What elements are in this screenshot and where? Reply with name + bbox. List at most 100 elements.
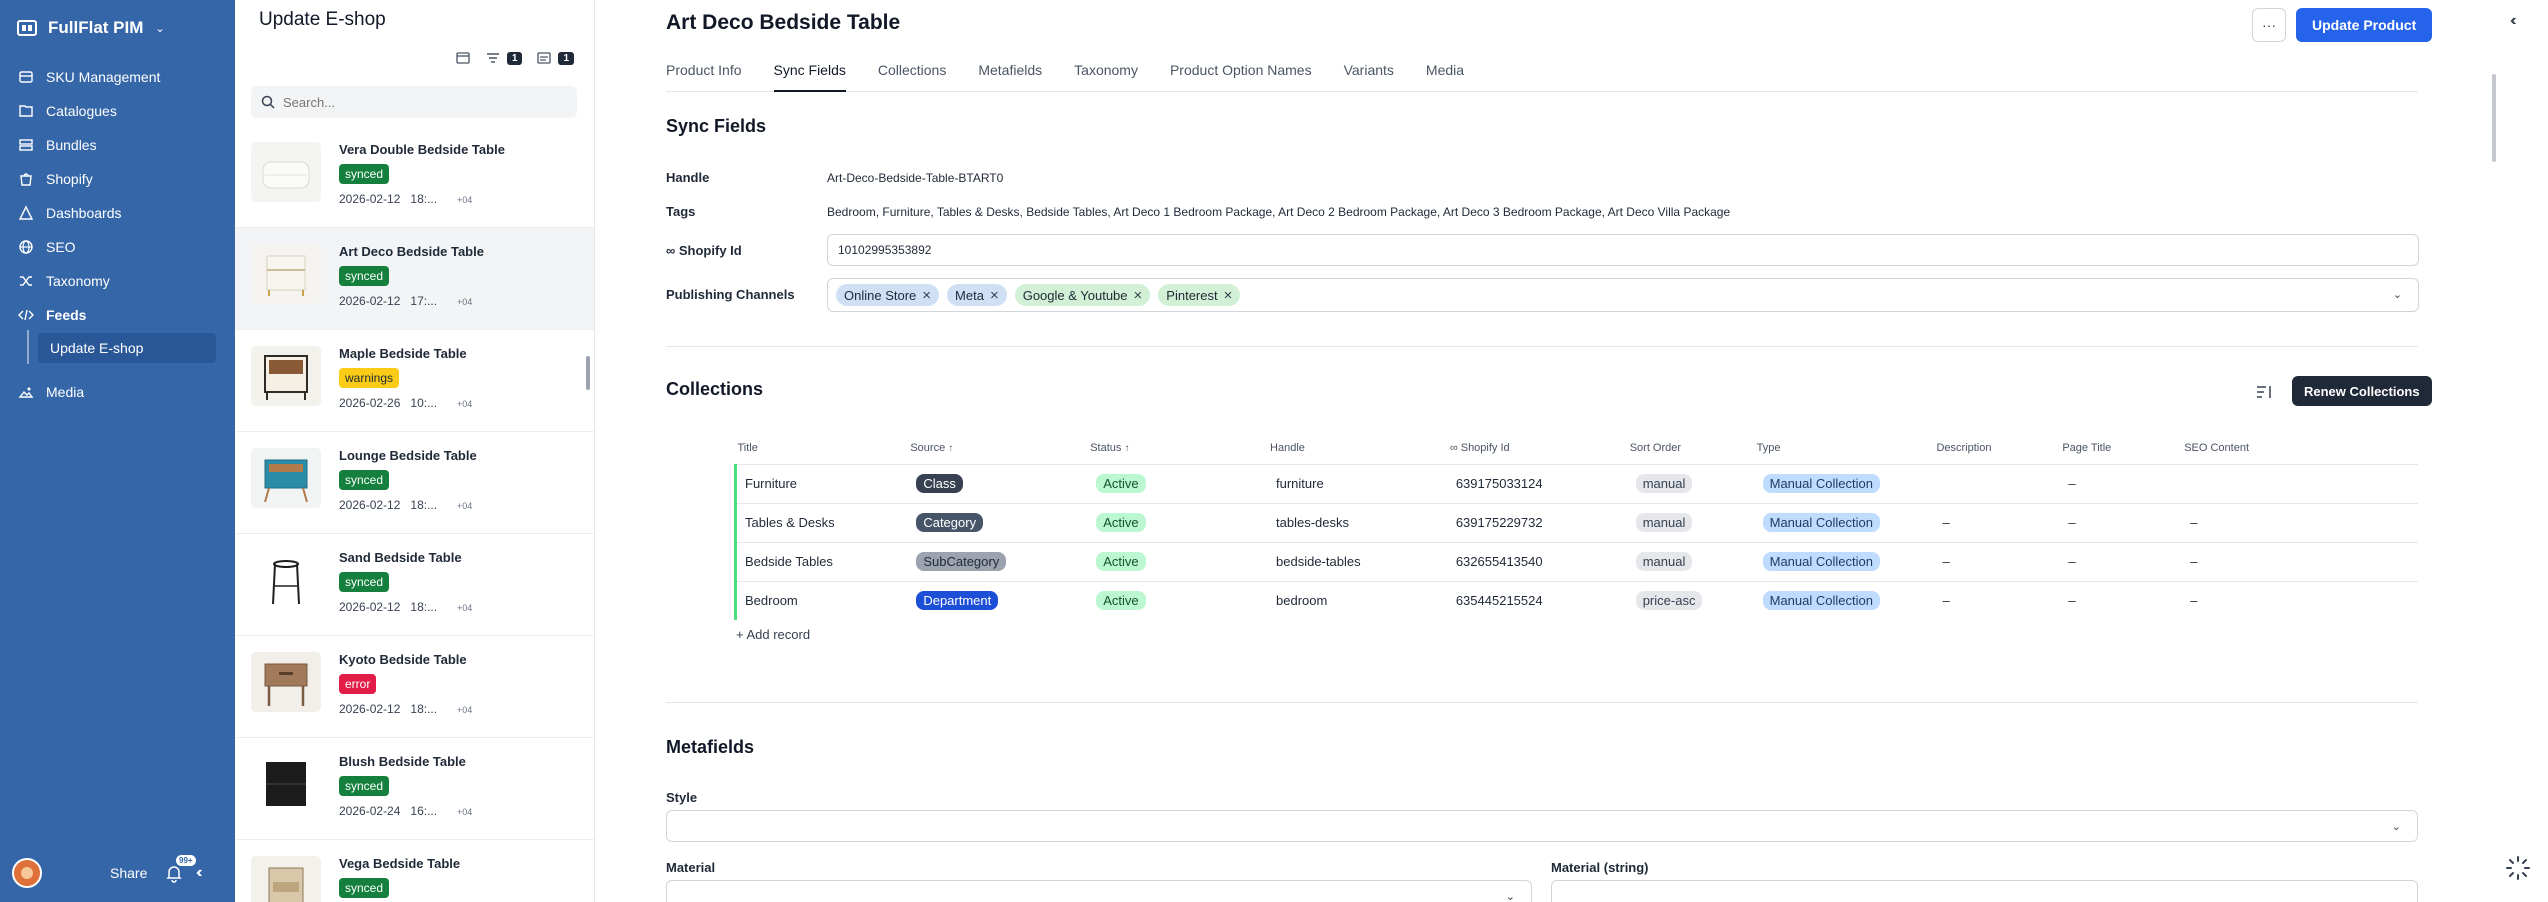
col-header-sort-order[interactable]: Sort Order bbox=[1628, 432, 1755, 464]
cell-source: Class bbox=[908, 463, 1089, 503]
chevron-down-icon[interactable]: ⌄ bbox=[2393, 288, 2402, 301]
channel-chip: Meta × bbox=[947, 284, 1007, 306]
remove-chip-icon[interactable]: × bbox=[990, 287, 999, 304]
publishing-channels-select[interactable]: Online Store × Meta × Google & Youtube × Pi… bbox=[827, 278, 2419, 312]
avatar[interactable] bbox=[12, 858, 42, 888]
brand[interactable]: FullFlat PIM ⌄ bbox=[16, 14, 165, 42]
col-header-seo-content[interactable]: SEO Content bbox=[2182, 432, 2418, 464]
col-header-description[interactable]: Description bbox=[1934, 432, 2060, 464]
cell-type: Manual Collection bbox=[1754, 463, 1935, 503]
remove-chip-icon[interactable]: × bbox=[1224, 287, 1233, 304]
tab-media[interactable]: Media bbox=[1426, 52, 1464, 92]
remove-chip-icon[interactable]: × bbox=[922, 287, 931, 304]
list-item[interactable]: Maple Bedside Table warnings 2026-02-26 … bbox=[235, 330, 594, 432]
tab-metafields[interactable]: Metafields bbox=[978, 52, 1042, 92]
main-scrollbar[interactable] bbox=[2492, 74, 2496, 162]
list-scrollbar[interactable] bbox=[586, 356, 590, 390]
tab-taxonomy[interactable]: Taxonomy bbox=[1074, 52, 1138, 92]
sort-icon[interactable] bbox=[2255, 383, 2273, 401]
share-button[interactable]: Share bbox=[110, 865, 147, 881]
cell-title: Bedroom bbox=[734, 580, 909, 620]
bell-icon[interactable] bbox=[164, 863, 184, 883]
renew-collections-button[interactable]: Renew Collections bbox=[2292, 376, 2432, 406]
remove-chip-icon[interactable]: × bbox=[1134, 287, 1143, 304]
code-icon bbox=[18, 309, 34, 321]
search-box bbox=[251, 86, 577, 118]
table-row[interactable]: Tables & Desks Category Active tables-de… bbox=[734, 502, 2418, 542]
tab-product-option-names[interactable]: Product Option Names bbox=[1170, 52, 1312, 92]
tags-label: Tags bbox=[666, 204, 696, 219]
list-item[interactable]: Vega Bedside Table synced bbox=[235, 840, 594, 902]
list-item[interactable]: Vera Double Bedside Table synced 2026-02… bbox=[235, 126, 594, 228]
col-header-status[interactable]: Status ↑ bbox=[1088, 432, 1268, 464]
sidebar-item-feeds[interactable]: Feeds bbox=[0, 298, 235, 332]
col-header-source[interactable]: Source ↑ bbox=[908, 432, 1088, 464]
sidebar: FullFlat PIM ⌄ SKU Management Catalogues… bbox=[0, 0, 235, 902]
add-record-button[interactable]: + Add record bbox=[736, 627, 810, 642]
list-item[interactable]: Blush Bedside Table synced 2026-02-24 16… bbox=[235, 738, 594, 840]
col-header-shopify-id[interactable]: ∞ Shopify Id bbox=[1448, 432, 1628, 464]
product-thumbnail bbox=[251, 448, 321, 508]
list-item[interactable]: Sand Bedside Table synced 2026-02-12 18:… bbox=[235, 534, 594, 636]
search-input[interactable] bbox=[283, 94, 563, 110]
sort-asc-icon: ↑ bbox=[948, 442, 954, 454]
col-header-title[interactable]: Title bbox=[736, 432, 909, 464]
list-item[interactable]: Kyoto Bedside Table error 2026-02-12 18:… bbox=[235, 636, 594, 738]
collapse-sidebar-icon[interactable]: ‹‹ bbox=[196, 864, 202, 882]
table-row[interactable]: Furniture Class Active furniture 6391750… bbox=[734, 463, 2418, 503]
list-icon bbox=[537, 52, 552, 64]
view-toggle-button[interactable] bbox=[455, 50, 471, 66]
tab-collections[interactable]: Collections bbox=[878, 52, 946, 92]
table-row[interactable]: Bedside Tables SubCategory Active bedsid… bbox=[734, 541, 2418, 581]
tab-sync-fields[interactable]: Sync Fields bbox=[773, 52, 846, 92]
col-header-type[interactable]: Type bbox=[1755, 432, 1935, 464]
sidebar-nav: SKU Management Catalogues Bundles Shopif… bbox=[0, 60, 235, 332]
list-item[interactable]: Lounge Bedside Table synced 2026-02-12 1… bbox=[235, 432, 594, 534]
sidebar-item-media[interactable]: Media bbox=[0, 375, 235, 409]
product-list: Vera Double Bedside Table synced 2026-02… bbox=[235, 126, 594, 902]
product-date: 2026-02-24 16:... bbox=[339, 804, 438, 818]
product-list-panel: Update E-shop 1 1 Vera Double Bedside Ta… bbox=[235, 0, 595, 902]
sidebar-item-taxonomy[interactable]: Taxonomy bbox=[0, 264, 235, 298]
sidebar-item-catalogues[interactable]: Catalogues bbox=[0, 94, 235, 128]
filter-button[interactable]: 1 bbox=[485, 50, 523, 66]
table-header-row: Title Source ↑ Status ↑ Handle ∞ Shopify… bbox=[736, 432, 2419, 464]
tab-product-info[interactable]: Product Info bbox=[666, 52, 742, 92]
list-item-selected[interactable]: Art Deco Bedside Table synced 2026-02-12… bbox=[235, 228, 594, 330]
sidebar-item-shopify[interactable]: Shopify bbox=[0, 162, 235, 196]
channel-chip: Google & Youtube × bbox=[1014, 284, 1151, 306]
cell-seo-content bbox=[2182, 463, 2418, 503]
timezone-label: +04 bbox=[457, 501, 473, 511]
cell-seo-content: – bbox=[2182, 502, 2418, 542]
sidebar-item-seo[interactable]: SEO bbox=[0, 230, 235, 264]
sidebar-item-bundles[interactable]: Bundles bbox=[0, 128, 235, 162]
sidebar-subitem-update-eshop[interactable]: Update E-shop bbox=[38, 333, 216, 363]
list-title: Update E-shop bbox=[259, 9, 386, 30]
cell-status: Active bbox=[1088, 463, 1269, 503]
image-icon bbox=[18, 387, 34, 398]
material-select[interactable]: ⌄ bbox=[666, 880, 1532, 902]
col-header-page-title[interactable]: Page Title bbox=[2060, 432, 2182, 464]
group-button[interactable]: 1 bbox=[536, 50, 574, 66]
shopify-id-field[interactable]: 10102995353892 bbox=[827, 234, 2419, 266]
list-toolbar: 1 1 bbox=[455, 50, 574, 66]
collapse-panel-icon[interactable]: ‹‹ bbox=[2510, 12, 2516, 30]
table-row[interactable]: Bedroom Department Active bedroom 635445… bbox=[734, 580, 2418, 620]
cell-handle: tables-desks bbox=[1268, 502, 1448, 542]
cell-description: – bbox=[1934, 580, 2061, 620]
product-name: Sand Bedside Table bbox=[339, 550, 462, 565]
material-string-input[interactable] bbox=[1551, 880, 2418, 902]
brand-name: FullFlat PIM bbox=[48, 18, 144, 37]
update-product-button[interactable]: Update Product bbox=[2296, 8, 2433, 42]
tags-value: Bedroom, Furniture, Tables & Desks, Beds… bbox=[827, 205, 1731, 219]
col-header-handle[interactable]: Handle bbox=[1268, 432, 1448, 464]
section-divider bbox=[666, 346, 2418, 347]
sidebar-item-dashboards[interactable]: Dashboards bbox=[0, 196, 235, 230]
status-badge: synced bbox=[339, 572, 390, 592]
style-select[interactable]: ⌄ bbox=[666, 810, 2418, 842]
sidebar-item-sku-management[interactable]: SKU Management bbox=[0, 60, 235, 94]
loading-spinner-icon bbox=[2506, 856, 2530, 880]
tab-variants[interactable]: Variants bbox=[1344, 52, 1394, 92]
product-date: 2026-02-12 18:... bbox=[339, 702, 438, 716]
more-options-button[interactable]: ··· bbox=[2252, 8, 2286, 42]
